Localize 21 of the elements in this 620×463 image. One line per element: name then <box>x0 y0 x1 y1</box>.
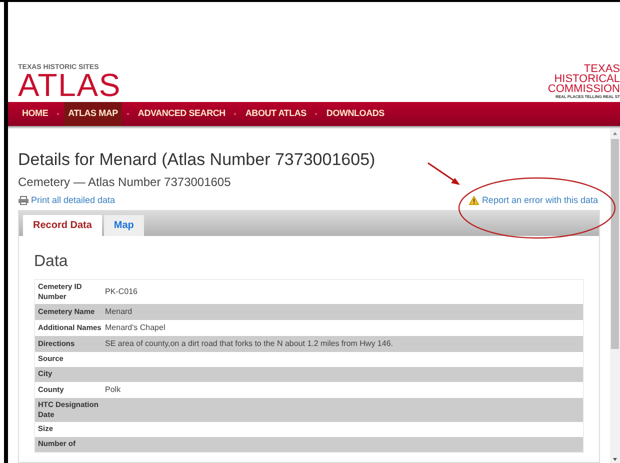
nav-link[interactable]: HOME <box>18 102 52 126</box>
printer-icon <box>18 196 29 206</box>
report-link[interactable]: Report an error with this data <box>468 194 598 208</box>
row-value: Menard <box>105 306 132 318</box>
row-value: Menard's Chapel <box>105 322 166 334</box>
nav-link[interactable]: ABOUT ATLAS <box>241 102 310 126</box>
nav-link[interactable]: ADVANCED SEARCH <box>134 102 230 126</box>
row-value: SE area of county,on a dirt road that forks to the N about 1.2 miles from Hwy 146. <box>105 338 393 350</box>
tab[interactable]: Record Data <box>23 214 102 236</box>
page-title: Details for Menard (Atlas Number 7373001605) <box>18 149 376 171</box>
row-value: Polk <box>105 384 121 396</box>
nav-link[interactable]: DOWNLOADS <box>322 102 388 126</box>
section-title: Data <box>34 252 69 272</box>
logo-title: ATLAS <box>18 71 121 99</box>
print-link[interactable]: Print all detailed data <box>18 194 116 208</box>
row-value: PK-C016 <box>105 286 138 298</box>
nav-link[interactable]: ATLAS MAP <box>64 102 122 126</box>
page-subtitle: Cemetery — Atlas Number 7373001605 <box>18 174 231 191</box>
tab[interactable]: Map <box>104 214 144 236</box>
warning-icon <box>468 196 479 206</box>
annotation-arrow <box>426 161 462 187</box>
